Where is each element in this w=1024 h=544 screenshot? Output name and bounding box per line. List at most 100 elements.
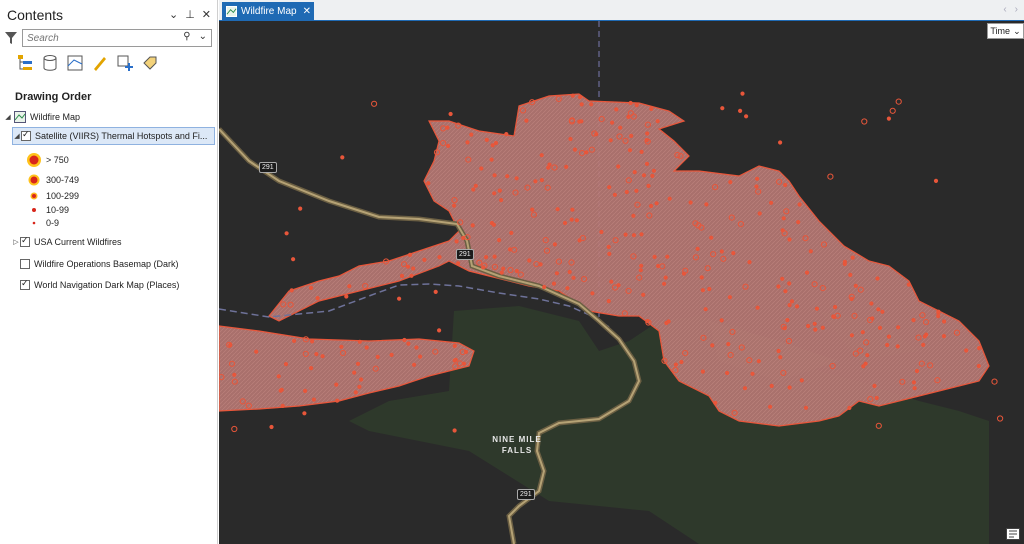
hotspot-point[interactable]: [530, 207, 535, 212]
hotspot-point[interactable]: [794, 304, 800, 309]
hotspot-point[interactable]: [806, 323, 811, 329]
hotspot-point[interactable]: [886, 116, 892, 121]
data-source-icon[interactable]: [41, 54, 59, 72]
hotspot-point[interactable]: [886, 334, 892, 339]
hotspot-point[interactable]: [461, 235, 466, 241]
hotspot-point[interactable]: [547, 162, 552, 167]
hotspot-point[interactable]: [514, 176, 519, 181]
hotspot-point[interactable]: [645, 131, 650, 136]
search-box[interactable]: ⚲ ⌄: [22, 29, 212, 47]
hotspot-point[interactable]: [654, 201, 659, 206]
hotspot-point[interactable]: [650, 173, 655, 178]
hotspot-point[interactable]: [942, 319, 947, 324]
hotspot-point[interactable]: [700, 369, 705, 374]
hotspot-point[interactable]: [357, 384, 362, 389]
hotspot-point[interactable]: [315, 296, 320, 301]
hotspot-point[interactable]: [652, 254, 657, 259]
hotspot-point[interactable]: [490, 143, 495, 148]
hotspot-point[interactable]: [422, 257, 427, 262]
layer-nav-map-checkbox[interactable]: [20, 278, 30, 290]
hotspot-point[interactable]: [688, 200, 693, 205]
hotspot-point[interactable]: [590, 291, 595, 296]
hotspot-point[interactable]: [662, 281, 667, 286]
close-icon[interactable]: ✕: [202, 8, 211, 21]
hotspot-point[interactable]: [644, 161, 650, 166]
hotspot-point[interactable]: [232, 372, 237, 377]
hotspot-point[interactable]: [742, 386, 748, 391]
hotspot-point[interactable]: [308, 285, 314, 290]
hotspot-point[interactable]: [783, 289, 788, 294]
hotspot-point[interactable]: [397, 296, 402, 301]
hotspot-point[interactable]: [618, 125, 623, 130]
hotspot-point[interactable]: [405, 264, 411, 269]
hotspot-point[interactable]: [849, 333, 855, 338]
hotspot-point[interactable]: [228, 343, 233, 348]
hotspot-point[interactable]: [780, 276, 785, 281]
tab-wildfire-map[interactable]: Wildfire Map ✕: [222, 2, 314, 20]
hotspot-point[interactable]: [769, 383, 774, 388]
hotspot-point[interactable]: [426, 181, 431, 186]
hotspot-point[interactable]: [314, 352, 319, 357]
hotspot-point[interactable]: [833, 304, 838, 310]
hotspot-point[interactable]: [562, 220, 568, 226]
layer-viirs[interactable]: ◢ Satellite (VIIRS) Thermal Hotspots and…: [12, 127, 215, 145]
hotspot-point[interactable]: [700, 288, 705, 293]
hotspot-point[interactable]: [437, 255, 442, 260]
hotspot-point[interactable]: [778, 355, 783, 360]
hotspot-point[interactable]: [507, 247, 513, 252]
hotspot-point[interactable]: [505, 174, 510, 179]
hotspot-point[interactable]: [874, 395, 879, 401]
hotspot-point[interactable]: [827, 173, 834, 180]
hotspot-point[interactable]: [703, 307, 708, 312]
layer-viirs-checkbox[interactable]: [21, 129, 31, 141]
editing-icon[interactable]: [91, 54, 109, 72]
selection-icon[interactable]: [66, 54, 84, 72]
hotspot-point[interactable]: [539, 153, 544, 158]
hotspot-point[interactable]: [707, 286, 712, 292]
bookmarks-icon[interactable]: [1006, 528, 1020, 540]
hotspot-point[interactable]: [402, 337, 407, 343]
caret-down-icon[interactable]: ◢: [13, 132, 21, 140]
hotspot-point[interactable]: [568, 136, 573, 142]
chevron-down-icon[interactable]: ⌄: [169, 8, 178, 21]
hotspot-point[interactable]: [628, 100, 633, 106]
layer-usa-fires[interactable]: ▷ USA Current Wildfires: [12, 233, 122, 251]
hotspot-point[interactable]: [572, 147, 578, 152]
hotspot-point[interactable]: [725, 370, 730, 376]
hotspot-point[interactable]: [497, 188, 502, 193]
hotspot-point[interactable]: [812, 321, 817, 326]
layer-nav-map[interactable]: World Navigation Dark Map (Places): [20, 276, 179, 294]
hotspot-point[interactable]: [552, 242, 557, 247]
hotspot-point[interactable]: [639, 149, 644, 154]
hotspot-point[interactable]: [555, 207, 560, 212]
snapping-icon[interactable]: [116, 54, 134, 72]
labeling-icon[interactable]: [141, 54, 159, 72]
hotspot-point[interactable]: [663, 275, 668, 280]
hotspot-point[interactable]: [452, 343, 457, 348]
hotspot-point[interactable]: [814, 306, 820, 311]
hotspot-point[interactable]: [418, 354, 423, 359]
hotspot-point[interactable]: [492, 191, 497, 196]
hotspot-point[interactable]: [471, 187, 476, 192]
hotspot-point[interactable]: [411, 266, 416, 271]
hotspot-point[interactable]: [631, 233, 637, 238]
hotspot-point[interactable]: [649, 106, 654, 112]
hotspot-point[interactable]: [872, 383, 877, 388]
hotspot-point[interactable]: [414, 345, 419, 350]
hotspot-point[interactable]: [412, 362, 417, 367]
hotspot-point[interactable]: [269, 424, 274, 430]
hotspot-point[interactable]: [606, 299, 611, 304]
hotspot-point[interactable]: [280, 403, 285, 408]
hotspot-point[interactable]: [579, 119, 584, 124]
hotspot-point[interactable]: [497, 238, 502, 243]
map-node[interactable]: ◢ Wildfire Map: [4, 108, 80, 126]
hotspot-point[interactable]: [666, 319, 671, 324]
hotspot-point[interactable]: [291, 257, 296, 262]
hotspot-point[interactable]: [334, 382, 339, 387]
hotspot-point[interactable]: [565, 286, 570, 291]
hotspot-point[interactable]: [799, 378, 804, 383]
hotspot-point[interactable]: [484, 137, 489, 143]
search-input[interactable]: [27, 32, 177, 44]
hotspot-point[interactable]: [665, 254, 670, 259]
hotspot-point[interactable]: [755, 305, 760, 310]
